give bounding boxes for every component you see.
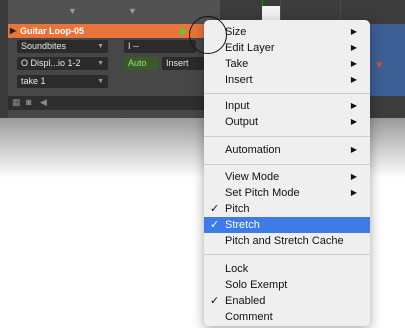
submenu-arrow-icon: ▶ (350, 172, 357, 181)
menu-item-size[interactable]: Size ▶ (204, 24, 370, 40)
menu-item-label: Size (225, 26, 247, 38)
menu-item-stretch[interactable]: ✓ Stretch (204, 217, 370, 233)
menu-item-label: Comment (225, 311, 273, 323)
automation-mode-selector[interactable]: Auto (124, 57, 158, 70)
submenu-arrow-icon: ▶ (350, 27, 357, 36)
menu-separator (204, 164, 370, 165)
menu-item-pitch[interactable]: ✓ Pitch (204, 201, 370, 217)
menu-item-label: Lock (225, 263, 249, 275)
chevron-down-icon: ▼ (97, 78, 104, 85)
menu-item-solo-exempt[interactable]: Solo Exempt (204, 277, 370, 293)
menu-item-label: Solo Exempt (225, 279, 288, 291)
submenu-arrow-icon: ▶ (350, 101, 357, 110)
checkmark-icon: ✓ (210, 219, 220, 231)
timeline-block (262, 6, 280, 20)
menu-item-label: Set Pitch Mode (225, 187, 300, 199)
playlist-selector[interactable]: Soundbites ▼ (17, 40, 108, 53)
menu-item-label: Input (225, 100, 250, 112)
playlist-label: Soundbites (21, 41, 67, 51)
scroll-left-icon[interactable]: ◀ (40, 97, 47, 108)
input-selector[interactable]: I -- (124, 40, 196, 53)
menu-item-label: Enabled (225, 295, 266, 307)
output-selector[interactable]: O Displ...io 1-2 ▼ (17, 57, 108, 70)
track-name: Guitar Loop-05 (20, 26, 85, 36)
take-label: take 1 (21, 76, 46, 86)
submenu-arrow-icon: ▶ (350, 117, 357, 126)
menu-item-comment[interactable]: Comment (204, 309, 370, 325)
camera-icon[interactable]: ◙ (26, 97, 31, 107)
menu-item-label: Stretch (225, 219, 260, 231)
play-icon[interactable]: ▶ (180, 24, 187, 38)
menu-item-input[interactable]: Input ▶ (204, 98, 370, 114)
submenu-arrow-icon: ▶ (350, 43, 357, 52)
click-indicator (189, 16, 227, 54)
dropdown-icon[interactable]: ▼ (128, 6, 137, 16)
menu-separator (204, 93, 370, 94)
menu-item-lock[interactable]: Lock (204, 261, 370, 277)
menu-item-label: Pitch (225, 203, 250, 215)
submenu-arrow-icon: ▶ (350, 59, 357, 68)
insert-label: Insert (166, 58, 189, 68)
menu-item-label: Pitch and Stretch Cache (225, 235, 344, 247)
insert-selector[interactable]: Insert (162, 57, 204, 70)
menu-item-view-mode[interactable]: View Mode ▶ (204, 169, 370, 185)
chevron-down-icon: ▼ (97, 60, 104, 67)
menu-item-label: View Mode (225, 171, 280, 183)
checkmark-icon: ✓ (210, 203, 220, 215)
submenu-arrow-icon: ▶ (350, 75, 357, 84)
output-label: O Displ...io 1-2 (21, 58, 81, 68)
chevron-down-icon: ▼ (97, 43, 104, 50)
context-menu: Size ▶ Edit Layer ▶ Take ▶ Insert ▶ Inpu… (204, 20, 370, 326)
menu-separator (204, 136, 370, 137)
menu-item-label: Take (225, 58, 249, 70)
submenu-arrow-icon: ▶ (350, 188, 357, 197)
menu-item-set-pitch-mode[interactable]: Set Pitch Mode ▶ (204, 185, 370, 201)
menu-item-label: Automation (225, 144, 281, 156)
marker-icon: ▼ (374, 60, 384, 71)
input-label: I -- (128, 41, 139, 51)
submenu-arrow-icon: ▶ (350, 145, 357, 154)
menu-item-take[interactable]: Take ▶ (204, 56, 370, 72)
automation-mode-label: Auto (128, 58, 147, 68)
track-footer: ▦ ◙ ◀ (8, 96, 220, 110)
checkmark-icon: ✓ (210, 295, 220, 307)
take-selector[interactable]: take 1 ▼ (17, 75, 108, 88)
menu-item-output[interactable]: Output ▶ (204, 114, 370, 130)
menu-item-enabled[interactable]: ✓ Enabled (204, 293, 370, 309)
track-name-field[interactable]: ▶ Guitar Loop-05 ▶ (8, 24, 204, 38)
menu-item-automation[interactable]: Automation ▶ (204, 142, 370, 158)
menu-item-insert[interactable]: Insert ▶ (204, 72, 370, 88)
track-expand-icon[interactable]: ▶ (10, 24, 16, 38)
menu-item-label: Insert (225, 74, 253, 86)
menu-item-edit-layer[interactable]: Edit Layer ▶ (204, 40, 370, 56)
menu-item-pitch-and-stretch-cache[interactable]: Pitch and Stretch Cache (204, 233, 370, 249)
grid-icon[interactable]: ▦ (12, 97, 21, 108)
menu-item-label: Output (225, 116, 259, 128)
track-header-strip: ▼ ▼ (8, 0, 220, 24)
menu-item-label: Edit Layer (225, 42, 275, 54)
dropdown-icon[interactable]: ▼ (68, 6, 77, 16)
menu-separator (204, 254, 370, 255)
